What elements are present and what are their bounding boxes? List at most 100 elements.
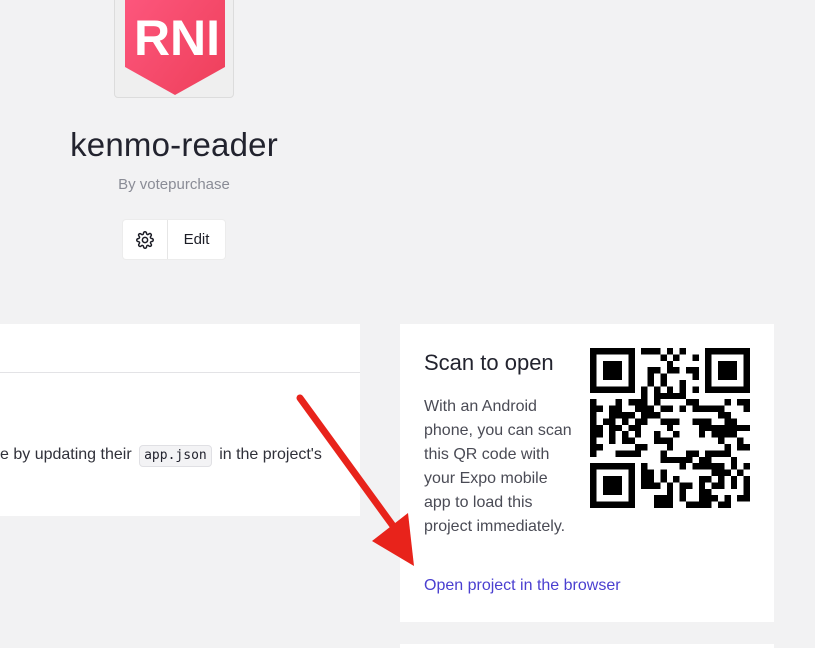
- qr-module: [609, 424, 616, 432]
- qr-module: [615, 373, 622, 380]
- qr-module: [666, 488, 674, 496]
- scan-title: Scan to open: [424, 350, 554, 375]
- qr-module: [743, 495, 750, 502]
- qr-module: [641, 412, 648, 419]
- qr-module: [686, 367, 693, 374]
- qr-module: [666, 444, 674, 451]
- qr-module: [628, 450, 635, 457]
- qr-module: [615, 501, 622, 508]
- qr-module: [609, 476, 616, 483]
- qr-module: [596, 463, 603, 470]
- qr-module: [590, 373, 597, 380]
- qr-module: [654, 437, 661, 444]
- qr-module: [634, 405, 642, 412]
- qr-module: [743, 482, 750, 489]
- qr-module: [641, 348, 648, 355]
- project-logo-icon: RNI: [125, 0, 225, 95]
- qr-module: [705, 476, 712, 483]
- config-panel: e by updating their app.json in the proj…: [0, 324, 360, 516]
- qr-module: [718, 476, 725, 483]
- qr-module: [660, 495, 667, 502]
- qr-module: [628, 412, 635, 419]
- qr-module: [743, 405, 750, 412]
- qr-module: [698, 431, 706, 438]
- qr-module: [609, 405, 616, 412]
- qr-module: [705, 424, 712, 432]
- qr-module: [602, 476, 610, 483]
- qr-module: [743, 354, 750, 361]
- qr-module: [590, 482, 597, 489]
- gear-icon: [136, 230, 154, 249]
- qr-module: [730, 360, 738, 368]
- qr-module: [602, 386, 610, 393]
- qr-module: [641, 392, 648, 400]
- qr-module: [692, 501, 699, 508]
- qr-module: [724, 450, 731, 457]
- qr-module: [705, 418, 712, 425]
- qr-module: [666, 501, 674, 508]
- qr-module: [590, 360, 597, 368]
- qr-module: [628, 348, 635, 355]
- qr-module: [705, 360, 712, 368]
- qr-module: [711, 482, 718, 489]
- qr-module: [660, 456, 667, 464]
- qr-module: [641, 469, 648, 476]
- edit-button[interactable]: Edit: [168, 220, 225, 259]
- qr-module: [628, 501, 635, 508]
- qr-module: [666, 482, 674, 489]
- qr-module: [654, 412, 661, 419]
- qr-module: [711, 424, 718, 432]
- qr-module: [628, 437, 635, 444]
- qr-module: [724, 360, 731, 368]
- app-json-code: app.json: [139, 445, 212, 467]
- qr-module: [692, 399, 699, 406]
- qr-module: [724, 348, 731, 355]
- qr-module: [609, 360, 616, 368]
- qr-module: [590, 424, 597, 432]
- qr-module: [673, 476, 680, 483]
- qr-module: [730, 418, 738, 425]
- qr-module: [641, 482, 648, 489]
- qr-module: [743, 476, 750, 483]
- next-panel-edge: [400, 644, 774, 648]
- qr-module: [647, 482, 654, 489]
- qr-module: [666, 424, 674, 432]
- project-logo: RNI: [114, 0, 234, 98]
- config-text-before: e by updating their: [0, 446, 132, 463]
- qr-module: [602, 482, 610, 489]
- qr-module: [692, 450, 699, 457]
- qr-module: [590, 450, 597, 457]
- qr-module: [590, 501, 597, 508]
- qr-module: [705, 373, 712, 380]
- qr-module: [743, 463, 750, 470]
- open-in-browser-link[interactable]: Open project in the browser: [424, 577, 621, 595]
- qr-module: [654, 482, 661, 489]
- qr-module: [737, 444, 744, 451]
- qr-module: [641, 399, 648, 406]
- qr-module: [730, 482, 738, 489]
- qr-module: [660, 437, 667, 444]
- qr-module: [686, 482, 693, 489]
- qr-module: [666, 456, 674, 464]
- qr-module: [590, 437, 597, 444]
- qr-module: [692, 386, 699, 393]
- qr-module: [628, 463, 635, 470]
- settings-button[interactable]: [123, 220, 168, 259]
- qr-module: [609, 463, 616, 470]
- qr-module: [615, 399, 622, 406]
- qr-module: [602, 418, 610, 425]
- config-description: e by updating their app.json in the proj…: [0, 444, 322, 467]
- qr-module: [628, 386, 635, 393]
- qr-module: [679, 463, 686, 470]
- qr-module: [705, 367, 712, 374]
- qr-module: [692, 367, 699, 374]
- qr-module: [698, 476, 706, 483]
- qr-module: [718, 405, 725, 412]
- qr-module: [609, 501, 616, 508]
- qr-module: [590, 418, 597, 425]
- qr-module: [628, 354, 635, 361]
- qr-module: [743, 399, 750, 406]
- qr-module: [730, 386, 738, 393]
- qr-module: [711, 450, 718, 457]
- qr-module: [660, 418, 667, 425]
